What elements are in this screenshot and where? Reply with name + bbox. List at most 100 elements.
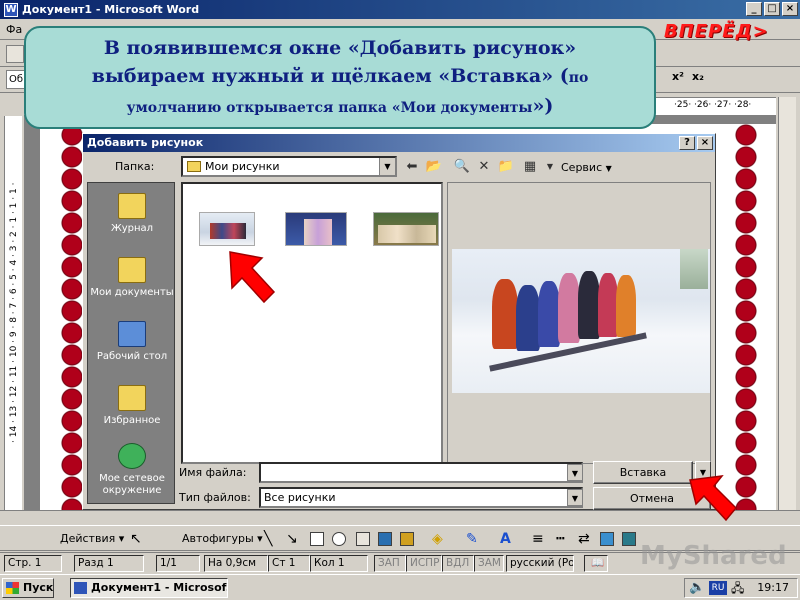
tools-chevron-down-icon: ▼ — [605, 164, 612, 173]
vertical-ruler: · 14 · 13 · 12 · 11 · 10 · 9 · 8 · 7 · 6… — [4, 116, 22, 510]
status-bar: Стр. 1 Разд 1 1/1 На 0,9см Ст 1 Кол 1 ЗА… — [0, 541, 800, 573]
folder-value: Мои рисунки — [205, 160, 280, 173]
pointer-arrow-thumbnail — [229, 251, 276, 304]
chevron-down-icon[interactable]: ▼ — [379, 158, 395, 175]
word-task-icon — [74, 582, 87, 594]
new-folder-icon[interactable]: 📁 — [497, 158, 515, 176]
file-type-select[interactable]: Все рисунки — [259, 487, 583, 508]
draw-actions-menu[interactable]: Действия ▾ — [60, 526, 124, 552]
place-favorites-label: Избранное — [103, 415, 161, 426]
minimize-button[interactable]: _ — [746, 2, 762, 16]
start-label: Пуск — [23, 581, 54, 594]
close-button[interactable]: × — [782, 2, 798, 16]
up-folder-icon[interactable]: 📂 — [425, 158, 443, 176]
insert-button[interactable]: Вставка — [593, 461, 693, 484]
menu-file[interactable]: Фа — [6, 23, 22, 36]
status-pages: 1/1 — [156, 555, 200, 572]
wordart-icon[interactable] — [378, 532, 392, 546]
thumbnail-photo-1[interactable] — [199, 212, 255, 246]
dash-style-icon[interactable]: ┅ — [556, 526, 564, 552]
callout-line2: выбираем нужный и щёлкаем «Вставка» ( — [91, 65, 569, 87]
maximize-button[interactable]: □ — [764, 2, 780, 16]
clipart-icon[interactable] — [400, 532, 414, 546]
word-icon: W — [4, 2, 18, 17]
history-folder-icon — [118, 193, 146, 219]
help-button[interactable]: ? — [679, 136, 695, 150]
file-name-input[interactable] — [259, 462, 583, 483]
new-document-icon[interactable] — [6, 45, 24, 63]
instruction-callout: В появившемся окне «Добавить рисунок» вы… — [24, 26, 656, 129]
line-style-icon[interactable]: ≡ — [532, 526, 544, 552]
callout-line2-small: по — [568, 70, 589, 86]
system-tray: 🔈 RU 🖧 19:17 — [684, 578, 798, 598]
thumbnail-photo-2[interactable] — [285, 212, 347, 246]
delete-icon[interactable]: ✕ — [475, 158, 493, 176]
arrow-style-icon[interactable]: ⇄ — [578, 526, 590, 552]
views-icon[interactable]: ▦ — [521, 158, 539, 176]
preview-photo — [452, 249, 710, 393]
font-color-icon[interactable]: A — [500, 526, 511, 552]
line-icon[interactable]: ╲ — [264, 526, 272, 552]
subscript-button[interactable]: x₂ — [692, 70, 704, 83]
back-arrow-icon[interactable]: ⬅ — [403, 158, 421, 176]
place-desktop[interactable]: Рабочий стол — [88, 321, 176, 363]
page-border-right — [732, 124, 760, 510]
start-button[interactable]: Пуск — [2, 578, 54, 598]
spelling-status-icon[interactable]: 📖 — [584, 555, 608, 572]
status-col: Кол 1 — [310, 555, 368, 572]
network-tray-icon[interactable]: 🖧 — [731, 579, 744, 597]
autoshapes-menu[interactable]: Автофигуры ▾ — [182, 526, 263, 552]
vertical-scrollbar[interactable] — [778, 97, 796, 510]
line-color-icon[interactable]: ✎ — [466, 526, 478, 552]
horizontal-scrollbar[interactable] — [0, 510, 800, 524]
3d-icon[interactable] — [622, 532, 636, 546]
place-favorites[interactable]: Избранное — [88, 385, 176, 427]
folder-combo[interactable]: Мои рисунки ▼ — [181, 156, 397, 177]
window-title: Документ1 - Microsoft Word — [22, 3, 200, 16]
file-name-chevron-down-icon[interactable]: ▼ — [567, 464, 583, 481]
file-type-chevron-down-icon[interactable]: ▼ — [567, 489, 583, 506]
place-history[interactable]: Журнал — [88, 193, 176, 235]
tools-menu[interactable]: Сервис ▼ — [561, 161, 612, 174]
insert-picture-dialog: Добавить рисунок ? × Папка: Мои рисунки … — [82, 133, 716, 510]
file-list[interactable] — [181, 182, 443, 464]
superscript-button[interactable]: x² — [672, 70, 684, 83]
status-rec[interactable]: ЗАП — [374, 555, 406, 572]
thumbnail-photo-3[interactable] — [373, 212, 439, 246]
taskbar-word-label: Документ1 - Microsof... — [91, 581, 228, 594]
place-desktop-label: Рабочий стол — [96, 351, 168, 362]
status-trk[interactable]: ИСПР — [406, 555, 442, 572]
word-titlebar: W Документ1 - Microsoft Word _ □ × — [0, 0, 800, 19]
dialog-close-button[interactable]: × — [697, 136, 713, 150]
file-name-label: Имя файла: — [179, 466, 247, 479]
tools-label: Сервис — [561, 161, 603, 174]
taskbar: Пуск Документ1 - Microsof... 🔈 RU 🖧 19:1… — [0, 574, 800, 600]
views-chevron-down-icon[interactable]: ▼ — [541, 158, 559, 176]
folder-label: Папка: — [115, 160, 155, 173]
callout-line3-docs: Мои документы — [400, 100, 533, 116]
fill-color-icon[interactable]: ◈ — [432, 526, 443, 552]
search-web-icon[interactable]: 🔍 — [453, 158, 471, 176]
taskbar-word-item[interactable]: Документ1 - Microsof... — [70, 578, 228, 598]
status-ovr[interactable]: ЗАМ — [474, 555, 504, 572]
textbox-icon[interactable] — [356, 532, 370, 546]
ruler-ticks: ·25· ·26· ·27· ·28· — [674, 100, 752, 110]
oval-icon[interactable] — [332, 532, 346, 546]
status-language: русский (Ро — [506, 555, 574, 572]
place-my-documents[interactable]: Мои документы — [88, 257, 176, 299]
status-at: На 0,9см — [204, 555, 268, 572]
network-icon — [118, 443, 146, 469]
status-ext[interactable]: ВДЛ — [442, 555, 474, 572]
speaker-icon[interactable]: 🔈 — [689, 579, 705, 597]
arrow-icon[interactable]: ↘ — [286, 526, 298, 552]
language-indicator[interactable]: RU — [709, 581, 727, 595]
rectangle-icon[interactable] — [310, 532, 324, 546]
forward-link[interactable]: ВПЕРЁД> — [664, 21, 769, 42]
watermark: MyShared — [640, 541, 787, 571]
shadow-icon[interactable] — [600, 532, 614, 546]
place-network[interactable]: Мое сетевое окружение — [88, 443, 176, 497]
place-history-label: Журнал — [110, 223, 154, 234]
status-section: Разд 1 — [74, 555, 144, 572]
select-pointer-icon[interactable]: ↖ — [130, 526, 142, 552]
folder-icon — [187, 161, 201, 172]
